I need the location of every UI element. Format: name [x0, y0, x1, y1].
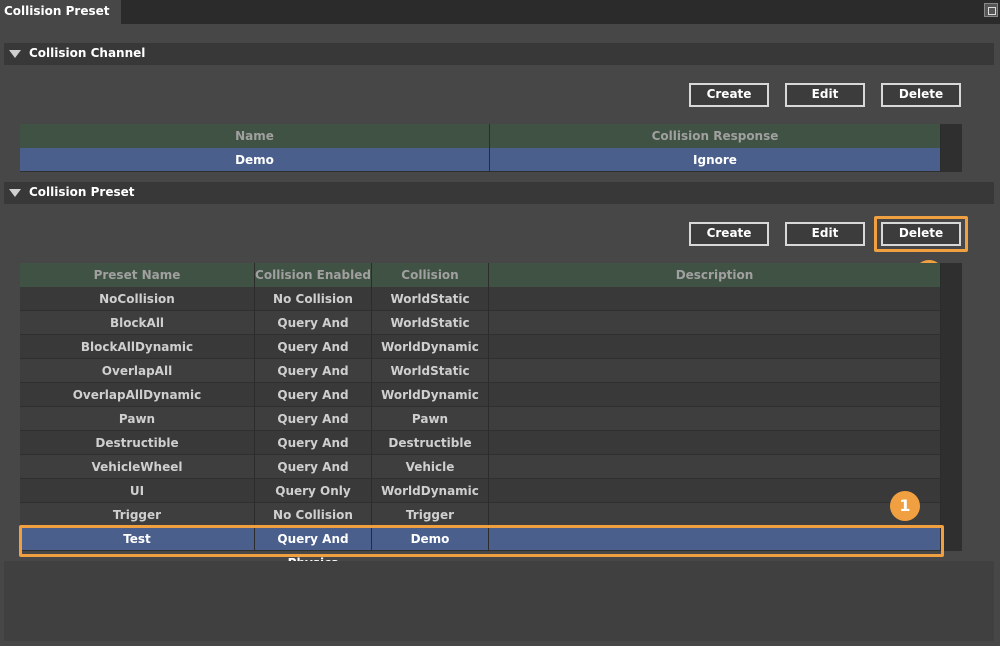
- selected-row-highlight-outline: [19, 525, 944, 557]
- cell-collision-enabled: Query And Physics: [255, 383, 372, 426]
- column-header-preset-name[interactable]: Preset Name: [20, 263, 255, 287]
- cell-description: [489, 503, 941, 527]
- cell-description: [489, 311, 941, 335]
- cell-description: [489, 287, 941, 311]
- cell-collision-enabled: Query And Physics: [255, 335, 372, 378]
- channel-edit-button[interactable]: Edit: [785, 83, 865, 107]
- cell-collision-channel: Destructible: [372, 431, 489, 455]
- table-row[interactable]: PawnQuery And PhysicsPawn: [20, 407, 941, 450]
- cell-collision-channel: Pawn: [372, 407, 489, 431]
- cell-collision-channel: WorldDynamic: [372, 335, 489, 359]
- cell-preset-name: NoCollision: [20, 287, 255, 311]
- cell-description: [489, 383, 941, 407]
- delete-highlight-outline: [874, 216, 968, 252]
- table-row[interactable]: NoCollision No Collision WorldStatic: [20, 287, 941, 311]
- cell-collision-channel: WorldDynamic: [372, 383, 489, 407]
- table-row[interactable]: DestructibleQuery And PhysicsDestructibl…: [20, 431, 941, 474]
- cell-preset-name: OverlapAllDynamic: [20, 383, 255, 407]
- step-badge-1: 1: [890, 491, 920, 521]
- cell-collision-enabled: No Collision: [255, 503, 372, 527]
- cell-preset-name: BlockAllDynamic: [20, 335, 255, 359]
- cell-collision-enabled: Query And Physics: [255, 311, 372, 354]
- column-header-collision-channel[interactable]: Collision Channel: [372, 263, 489, 306]
- table-row[interactable]: OverlapAllDynamicQuery And PhysicsWorldD…: [20, 383, 941, 426]
- channel-delete-button[interactable]: Delete: [881, 83, 961, 107]
- dock-icon[interactable]: [984, 3, 998, 17]
- collapse-triangle-icon[interactable]: [9, 50, 21, 58]
- cell-preset-name: VehicleWheel: [20, 455, 255, 479]
- scrollbar[interactable]: [941, 124, 962, 172]
- cell-collision-channel: WorldDynamic: [372, 479, 489, 503]
- cell-collision-enabled: Query Only: [255, 479, 372, 503]
- cell-description: [489, 479, 941, 503]
- cell-collision-enabled: Query And Physics: [255, 359, 372, 402]
- channel-table: Name Collision Response Demo Ignore: [20, 124, 962, 172]
- section-title: Collision Preset: [29, 185, 135, 199]
- cell-collision-response: Ignore: [490, 148, 941, 172]
- cell-description: [489, 455, 941, 479]
- column-header-collision-response[interactable]: Collision Response: [490, 124, 941, 148]
- table-header: Preset Name Collision Enabled Collision …: [20, 263, 941, 306]
- preset-create-button[interactable]: Create: [689, 222, 769, 246]
- cell-name: Demo: [20, 148, 490, 172]
- table-header: Name Collision Response: [20, 124, 941, 148]
- cell-preset-name: OverlapAll: [20, 359, 255, 383]
- section-title: Collision Channel: [29, 46, 146, 60]
- tab-collision-preset[interactable]: Collision Preset: [0, 0, 121, 24]
- table-row[interactable]: BlockAllDynamicQuery And PhysicsWorldDyn…: [20, 335, 941, 378]
- preset-table: Preset Name Collision Enabled Collision …: [20, 263, 962, 570]
- cell-collision-channel: WorldStatic: [372, 287, 489, 311]
- cell-preset-name: Destructible: [20, 431, 255, 455]
- table-row[interactable]: VehicleWheelQuery And PhysicsVehicle: [20, 455, 941, 498]
- table-row[interactable]: UI Query Only WorldDynamic: [20, 479, 941, 503]
- cell-description: [489, 359, 941, 383]
- preset-edit-button[interactable]: Edit: [785, 222, 865, 246]
- cell-collision-channel: Vehicle: [372, 455, 489, 479]
- cell-collision-enabled: Query And Physics: [255, 431, 372, 474]
- column-header-collision-enabled[interactable]: Collision Enabled: [255, 263, 372, 287]
- cell-collision-enabled: Query And Physics: [255, 455, 372, 498]
- cell-collision-channel: WorldStatic: [372, 359, 489, 383]
- cell-collision-channel: WorldStatic: [372, 311, 489, 335]
- cell-collision-enabled: No Collision: [255, 287, 372, 311]
- table-row[interactable]: Demo Ignore: [20, 148, 941, 172]
- cell-description: [489, 431, 941, 455]
- collapse-triangle-icon[interactable]: [9, 189, 21, 197]
- cell-description: [489, 407, 941, 431]
- table-row[interactable]: OverlapAllQuery And PhysicsWorldStatic: [20, 359, 941, 402]
- collision-preset-header[interactable]: Collision Preset: [4, 182, 994, 204]
- column-header-description[interactable]: Description: [489, 263, 941, 287]
- collision-channel-header[interactable]: Collision Channel: [4, 43, 994, 65]
- collision-preset-panel: Collision Channel Create Edit Delete Nam…: [0, 24, 1000, 646]
- cell-collision-channel: Trigger: [372, 503, 489, 527]
- column-header-name[interactable]: Name: [20, 124, 490, 148]
- empty-details-area: [4, 561, 994, 641]
- channel-create-button[interactable]: Create: [689, 83, 769, 107]
- table-row[interactable]: Trigger No Collision Trigger: [20, 503, 941, 527]
- cell-preset-name: Trigger: [20, 503, 255, 527]
- table-row[interactable]: BlockAllQuery And PhysicsWorldStatic: [20, 311, 941, 354]
- scrollbar[interactable]: [941, 263, 962, 551]
- cell-preset-name: BlockAll: [20, 311, 255, 335]
- cell-collision-enabled: Query And Physics: [255, 407, 372, 450]
- cell-preset-name: UI: [20, 479, 255, 503]
- cell-preset-name: Pawn: [20, 407, 255, 431]
- cell-description: [489, 335, 941, 359]
- tab-bar: Collision Preset: [0, 0, 1000, 24]
